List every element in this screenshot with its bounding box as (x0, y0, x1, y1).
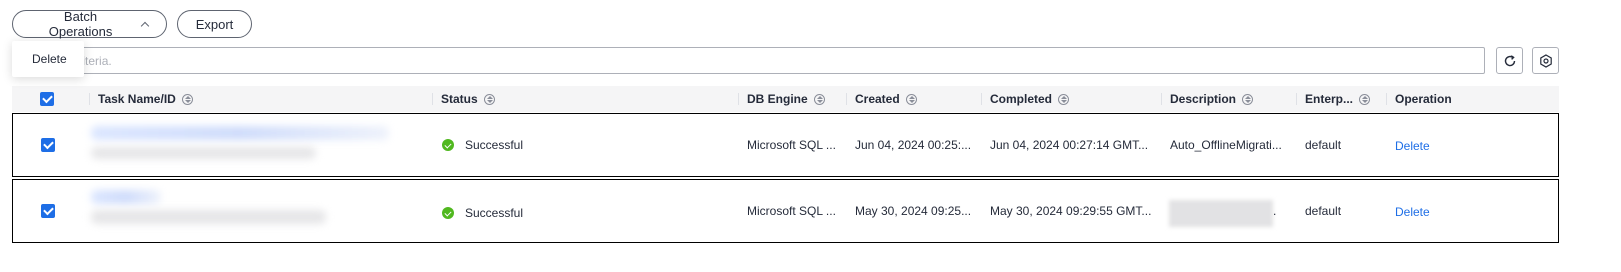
toolbar: Batch Operations Export (12, 9, 252, 39)
delete-link-text[interactable]: Delete (1395, 139, 1430, 153)
description-redacted (1169, 200, 1273, 227)
completed-cell: May 30, 2024 09:29:55 GMT... (990, 204, 1152, 218)
col-completed[interactable]: Completed (981, 86, 1070, 112)
sort-icon[interactable] (181, 93, 193, 105)
task-id (91, 147, 316, 159)
col-created[interactable]: Created (846, 86, 917, 112)
col-description-label: Description (1170, 92, 1237, 106)
col-enterprise-label: Enterp... (1305, 92, 1354, 106)
col-description[interactable]: Description (1161, 86, 1254, 112)
table-row[interactable]: Successful Microsoft SQL ... Jun 04, 202… (12, 113, 1559, 177)
column-separator (981, 93, 982, 105)
col-created-label: Created (855, 92, 900, 106)
enterprise-cell: default (1305, 138, 1342, 152)
delete-link-text[interactable]: Delete (1395, 205, 1430, 219)
column-separator (1386, 93, 1387, 105)
status-text: Successful (465, 206, 524, 220)
menu-item-delete[interactable]: Delete (32, 52, 67, 66)
column-separator (89, 93, 90, 105)
settings-button[interactable] (1532, 47, 1559, 74)
search-box (12, 47, 1485, 74)
delete-link[interactable]: Delete (1395, 180, 1430, 242)
batch-operations-label: Batch Operations (48, 9, 113, 39)
table-header: Task Name/ID Status DB Engine Created Co… (12, 86, 1559, 112)
export-button[interactable]: Export (177, 10, 252, 38)
col-operation-label: Operation (1395, 92, 1452, 106)
success-icon (442, 139, 454, 151)
col-db-engine-label: DB Engine (747, 92, 808, 106)
table-row[interactable]: Successful Microsoft SQL ... May 30, 202… (12, 179, 1559, 243)
status-cell: Successful (442, 114, 523, 176)
col-db-engine[interactable]: DB Engine (738, 86, 825, 112)
task-id (91, 210, 326, 224)
col-enterprise[interactable]: Enterp... (1296, 86, 1371, 112)
col-status[interactable]: Status (432, 86, 495, 112)
status-text: Successful (465, 138, 524, 152)
batch-operations-menu: Delete (12, 41, 84, 77)
sort-icon[interactable] (905, 93, 917, 105)
sort-icon[interactable] (483, 93, 495, 105)
created-cell: May 30, 2024 09:25... (855, 204, 972, 218)
row-checkbox[interactable] (41, 138, 55, 152)
col-task-name-label: Task Name/ID (98, 92, 176, 106)
export-label: Export (195, 16, 234, 32)
batch-operations-button[interactable]: Batch Operations (12, 9, 167, 39)
row-checkbox[interactable] (41, 204, 55, 218)
sort-icon[interactable] (1058, 93, 1070, 105)
refresh-button[interactable] (1496, 47, 1523, 74)
task-name-link[interactable] (91, 126, 389, 140)
delete-link[interactable]: Delete (1395, 114, 1430, 176)
db-engine-cell: Microsoft SQL ... (747, 204, 836, 218)
task-name-link[interactable] (91, 190, 161, 204)
db-engine-cell: Microsoft SQL ... (747, 138, 836, 152)
status-cell: Successful (442, 180, 523, 242)
col-status-label: Status (441, 92, 478, 106)
task-table: Task Name/ID Status DB Engine Created Co… (12, 86, 1559, 243)
sort-icon[interactable] (813, 93, 825, 105)
description-suffix: . (1273, 204, 1277, 218)
completed-cell: Jun 04, 2024 00:27:14 GMT... (990, 138, 1149, 152)
column-separator (846, 93, 847, 105)
column-separator (1161, 93, 1162, 105)
sort-icon[interactable] (1359, 93, 1371, 105)
select-all-checkbox[interactable] (40, 92, 54, 106)
description-cell: Auto_OfflineMigrati... (1170, 138, 1282, 152)
column-separator (1296, 93, 1297, 105)
search-input[interactable] (13, 48, 1484, 73)
refresh-icon (1504, 54, 1515, 66)
col-completed-label: Completed (990, 92, 1053, 106)
created-cell: Jun 04, 2024 00:25:... (855, 138, 972, 152)
chevron-up-icon (140, 21, 150, 30)
enterprise-cell: default (1305, 204, 1342, 218)
success-icon (442, 207, 454, 219)
column-separator (432, 93, 433, 105)
column-separator (738, 93, 739, 105)
sort-icon[interactable] (1242, 93, 1254, 105)
col-operation: Operation (1386, 86, 1452, 112)
col-task-name[interactable]: Task Name/ID (89, 86, 193, 112)
gear-icon (1539, 53, 1552, 68)
